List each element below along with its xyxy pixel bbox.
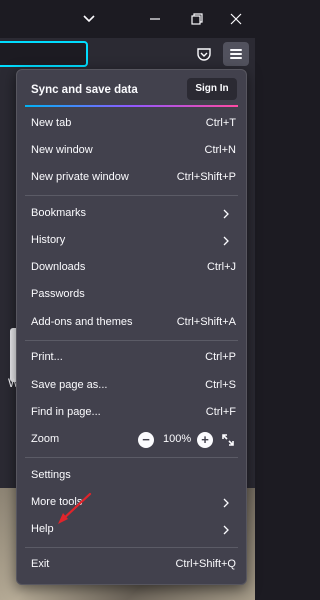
menu-item-label: New tab: [31, 117, 72, 129]
menu-separator: [25, 195, 238, 196]
menu-item-label: Print...: [31, 351, 63, 363]
sync-title: Sync and save data: [31, 84, 138, 96]
menu-item-shortcut: Ctrl+Shift+P: [176, 171, 236, 183]
chevron-down-icon[interactable]: [80, 10, 98, 28]
menu-item-label: Add-ons and themes: [31, 316, 133, 328]
menu-item-find-in-page[interactable]: Find in page... Ctrl+F: [21, 402, 242, 424]
menu-item-shortcut: Ctrl+J: [206, 261, 236, 273]
menu-item-zoom: Zoom − 100% +: [21, 429, 242, 451]
menu-separator: [25, 457, 238, 458]
zoom-out-button[interactable]: −: [138, 432, 154, 448]
menu-item-label: Help: [31, 523, 54, 535]
menu-item-label: Zoom: [31, 433, 60, 445]
sync-gradient-divider: [25, 105, 238, 107]
menu-item-label: New window: [31, 144, 93, 156]
pocket-icon[interactable]: [196, 46, 212, 62]
menu-item-help[interactable]: Help: [21, 519, 242, 541]
menu-item-shortcut: Ctrl+F: [205, 406, 236, 418]
chevron-right-icon: [223, 498, 229, 508]
menu-item-label: New private window: [31, 171, 129, 183]
menu-item-label: Settings: [31, 469, 71, 481]
menu-item-shortcut: Ctrl+Shift+A: [176, 316, 236, 328]
close-icon[interactable]: [227, 10, 245, 28]
title-bar: [0, 0, 255, 38]
menu-item-new-window[interactable]: New window Ctrl+N: [21, 140, 242, 162]
menu-item-label: Exit: [31, 558, 50, 570]
menu-item-new-private-window[interactable]: New private window Ctrl+Shift+P: [21, 167, 242, 189]
chevron-right-icon: [223, 236, 229, 246]
menu-item-passwords[interactable]: Passwords: [21, 284, 242, 306]
menu-item-label: Passwords: [31, 288, 85, 300]
hamburger-menu-button[interactable]: [223, 42, 249, 66]
menu-item-shortcut: Ctrl+N: [204, 144, 236, 156]
navigation-toolbar: [0, 38, 255, 70]
menu-item-more-tools[interactable]: More tools: [21, 492, 242, 514]
menu-item-bookmarks[interactable]: Bookmarks: [21, 203, 242, 225]
zoom-reset-button[interactable]: 100%: [163, 433, 191, 445]
fullscreen-icon[interactable]: [220, 432, 236, 448]
menu-item-label: Save page as...: [31, 379, 108, 391]
menu-item-save-page[interactable]: Save page as... Ctrl+S: [21, 375, 242, 397]
menu-separator: [25, 547, 238, 548]
menu-item-print[interactable]: Print... Ctrl+P: [21, 347, 242, 369]
menu-item-shortcut: Ctrl+P: [205, 351, 236, 363]
restore-icon[interactable]: [188, 10, 206, 28]
menu-item-downloads[interactable]: Downloads Ctrl+J: [21, 257, 242, 279]
minimize-icon[interactable]: [146, 10, 164, 28]
menu-item-new-tab[interactable]: New tab Ctrl+T: [21, 113, 242, 135]
chevron-right-icon: [223, 525, 229, 535]
menu-item-exit[interactable]: Exit Ctrl+Shift+Q: [21, 554, 242, 576]
menu-item-label: Find in page...: [31, 406, 101, 418]
menu-item-shortcut: Ctrl+T: [205, 117, 236, 129]
menu-item-settings[interactable]: Settings: [21, 465, 242, 487]
sign-in-button[interactable]: Sign In: [187, 78, 237, 100]
menu-item-label: More tools: [31, 496, 83, 508]
menu-item-history[interactable]: History: [21, 230, 242, 252]
chevron-right-icon: [223, 209, 229, 219]
app-menu-panel: Sync and save data Sign In New tab Ctrl+…: [16, 69, 247, 585]
zoom-in-button[interactable]: +: [197, 432, 213, 448]
menu-separator: [25, 340, 238, 341]
menu-item-label: Downloads: [31, 261, 86, 273]
menu-item-shortcut: Ctrl+Shift+Q: [175, 558, 236, 570]
url-bar[interactable]: [0, 41, 88, 67]
menu-item-label: History: [31, 234, 66, 246]
menu-item-addons-themes[interactable]: Add-ons and themes Ctrl+Shift+A: [21, 312, 242, 334]
menu-item-label: Bookmarks: [31, 207, 87, 219]
menu-item-shortcut: Ctrl+S: [205, 379, 236, 391]
